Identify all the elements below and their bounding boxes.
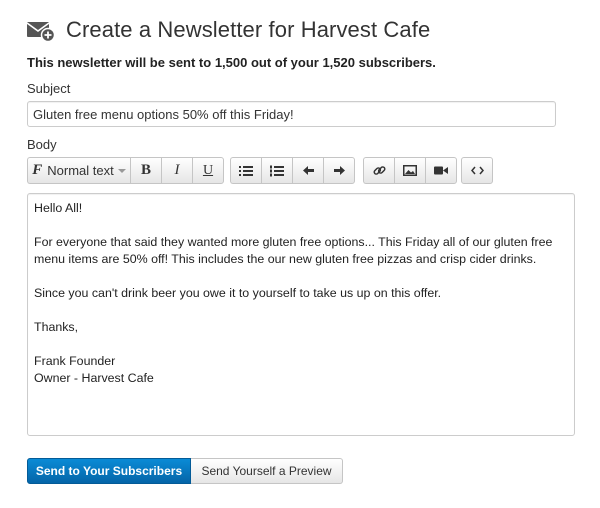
html-source-button[interactable]: [461, 157, 493, 184]
send-preview-button[interactable]: Send Yourself a Preview: [191, 458, 343, 484]
recipient-notice: This newsletter will be sent to 1,500 ou…: [27, 55, 436, 70]
image-icon: [403, 165, 417, 176]
insert-image-button[interactable]: [394, 157, 425, 184]
newsletter-body-editor[interactable]: Hello All! For everyone that said they w…: [27, 193, 575, 436]
text-format-group: F Normal text B I U: [27, 157, 224, 184]
font-icon: F: [32, 162, 43, 178]
insert-link-button[interactable]: [363, 157, 394, 184]
indent-button[interactable]: [323, 157, 355, 184]
caret-down-icon: [117, 168, 126, 174]
insert-video-button[interactable]: [425, 157, 457, 184]
font-style-label: Normal text: [47, 163, 114, 178]
code-icon: [470, 166, 484, 175]
outdent-button[interactable]: [292, 157, 323, 184]
link-icon: [372, 164, 386, 177]
bold-button[interactable]: B: [130, 157, 161, 184]
page-title: Create a Newsletter for Harvest Cafe: [66, 17, 431, 42]
font-style-dropdown[interactable]: F Normal text: [27, 157, 130, 184]
arrow-left-icon: [302, 166, 314, 175]
underline-button[interactable]: U: [192, 157, 224, 184]
insert-group: [363, 157, 457, 184]
subject-label: Subject: [27, 81, 71, 96]
numbered-list-button[interactable]: [261, 157, 292, 184]
bullet-list-icon: [239, 165, 253, 177]
page-header: Create a Newsletter for Harvest Cafe: [26, 14, 430, 46]
list-indent-group: [230, 157, 355, 184]
subject-input[interactable]: [27, 101, 556, 127]
italic-button[interactable]: I: [161, 157, 192, 184]
envelope-plus-icon: [26, 18, 56, 42]
numbered-list-icon: [270, 165, 284, 177]
body-label: Body: [27, 137, 57, 152]
arrow-right-icon: [333, 166, 345, 175]
send-to-subscribers-button[interactable]: Send to Your Subscribers: [27, 458, 191, 484]
video-camera-icon: [434, 166, 448, 175]
bullet-list-button[interactable]: [230, 157, 261, 184]
source-group: [461, 157, 493, 184]
